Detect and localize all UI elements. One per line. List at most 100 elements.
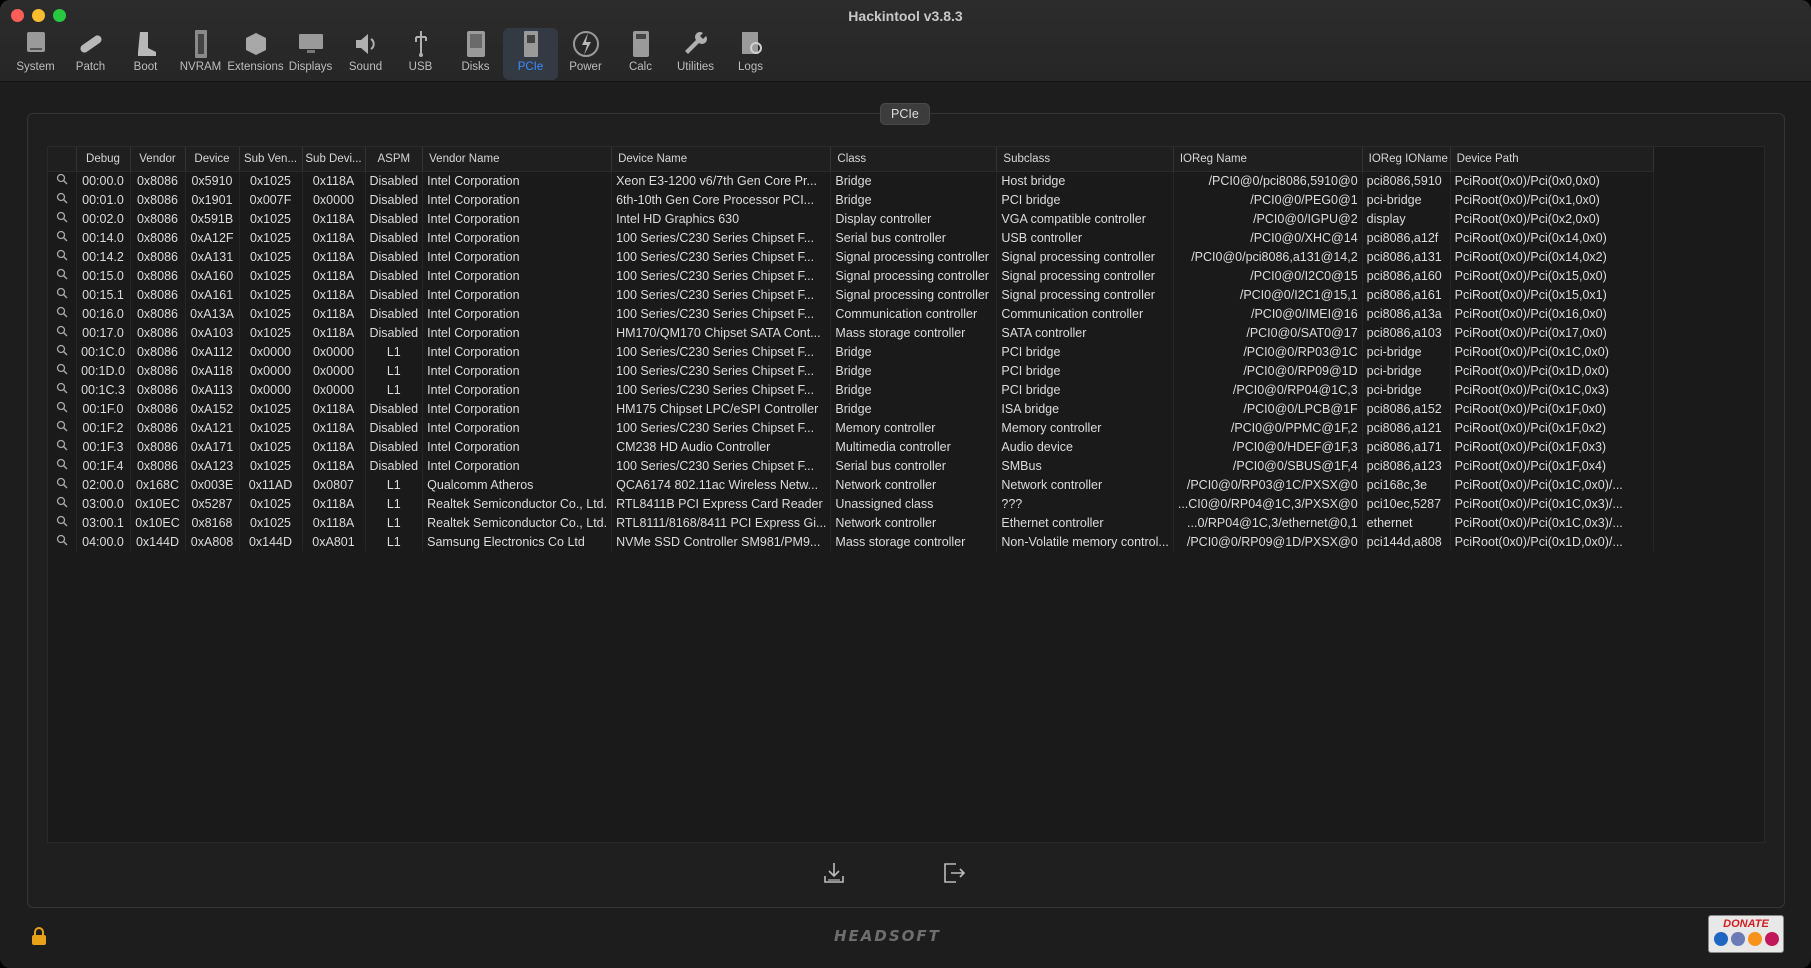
table-cell: /PCI0@0/PEG0@1	[1173, 190, 1363, 209]
tab-displays[interactable]: Displays	[283, 28, 338, 80]
search-icon[interactable]	[48, 190, 77, 209]
table-row[interactable]: 00:15.0 0x8086 0xA160 0x1025 0x118A Disabled I…	[48, 266, 1654, 285]
tab-label: Utilities	[676, 61, 715, 73]
search-icon[interactable]	[48, 209, 77, 228]
table-row[interactable]: 04:00.0 0x144D 0xA808 0x144D 0xA801 L1 Samsung…	[48, 532, 1654, 551]
column-header[interactable]: ASPM	[365, 147, 424, 172]
table-row[interactable]: 00:14.0 0x8086 0xA12F 0x1025 0x118A Disabled I…	[48, 228, 1654, 247]
tab-calc[interactable]: Calc	[613, 28, 668, 80]
table-cell: 100 Series/C230 Series Chipset F...	[611, 361, 832, 380]
table-cell: /PCI0@0/I2C1@15,1	[1173, 285, 1363, 304]
table-row[interactable]: 03:00.1 0x10EC 0x8168 0x1025 0x118A L1 Realtek…	[48, 513, 1654, 532]
search-icon[interactable]	[48, 532, 77, 551]
tab-extensions[interactable]: Extensions	[227, 28, 284, 80]
table-row[interactable]: 00:1F.3 0x8086 0xA171 0x1025 0x118A Disabled I…	[48, 437, 1654, 456]
search-icon[interactable]	[48, 228, 77, 247]
table-row[interactable]: 00:02.0 0x8086 0x591B 0x1025 0x118A Disabled I…	[48, 209, 1654, 228]
table-cell: pci8086,a152	[1362, 399, 1451, 418]
lock-icon[interactable]	[30, 926, 48, 946]
tab-power[interactable]: Power	[558, 28, 613, 80]
column-header[interactable]: Sub Ven...	[239, 147, 303, 172]
table-row[interactable]: 00:16.0 0x8086 0xA13A 0x1025 0x118A Disabled I…	[48, 304, 1654, 323]
tab-nvram[interactable]: NVRAM	[173, 28, 228, 80]
column-header[interactable]: IOReg IOName	[1362, 147, 1451, 172]
exit-button[interactable]	[940, 859, 968, 887]
table-cell: pci8086,a121	[1362, 418, 1451, 437]
table-row[interactable]: 00:1D.0 0x8086 0xA118 0x0000 0x0000 L1 Intel C…	[48, 361, 1654, 380]
table-cell: Bridge	[830, 361, 998, 380]
search-icon[interactable]	[48, 418, 77, 437]
tab-utilities[interactable]: Utilities	[668, 28, 723, 80]
search-icon[interactable]	[48, 266, 77, 285]
column-header[interactable]: Class	[830, 147, 998, 172]
table-cell: 0xA171	[185, 437, 240, 456]
column-header[interactable]: Debug	[76, 147, 131, 172]
search-icon[interactable]	[48, 513, 77, 532]
donate-button[interactable]: DONATE	[1708, 915, 1784, 953]
exit-icon	[944, 863, 966, 883]
column-header[interactable]: IOReg Name	[1173, 147, 1363, 172]
table-row[interactable]: 00:1C.3 0x8086 0xA113 0x0000 0x0000 L1 Intel C…	[48, 380, 1654, 399]
search-icon[interactable]	[48, 323, 77, 342]
table-cell: 100 Series/C230 Series Chipset F...	[611, 304, 832, 323]
table-row[interactable]: 00:1F.4 0x8086 0xA123 0x1025 0x118A Disabled I…	[48, 456, 1654, 475]
search-icon[interactable]	[48, 342, 77, 361]
search-icon[interactable]	[48, 171, 77, 190]
table-cell: /PCI0@0/SAT0@17	[1173, 323, 1363, 342]
table-row[interactable]: 00:14.2 0x8086 0xA131 0x1025 0x118A Disabled I…	[48, 247, 1654, 266]
displays-icon	[295, 28, 327, 60]
column-header[interactable]: Sub Devi...	[302, 147, 366, 172]
table-row[interactable]: 00:15.1 0x8086 0xA161 0x1025 0x118A Disabled I…	[48, 285, 1654, 304]
tab-logs[interactable]: Logs	[723, 28, 778, 80]
search-icon[interactable]	[48, 247, 77, 266]
pcie-table-container[interactable]: Debug Vendor Device Sub Ven... Sub Devi... AS…	[47, 146, 1765, 843]
tab-patch[interactable]: Patch	[63, 28, 118, 80]
column-header[interactable]: Vendor Name	[422, 147, 613, 172]
search-icon[interactable]	[48, 304, 77, 323]
search-icon[interactable]	[48, 437, 77, 456]
donate-label: DONATE	[1723, 918, 1769, 930]
search-icon[interactable]	[48, 361, 77, 380]
table-row[interactable]: 00:01.0 0x8086 0x1901 0x007F 0x0000 Disabled I…	[48, 190, 1654, 209]
column-header[interactable]: Device Path	[1450, 147, 1654, 172]
table-row[interactable]: 00:00.0 0x8086 0x5910 0x1025 0x118A Disabled I…	[48, 171, 1654, 190]
table-cell: 0xA13A	[185, 304, 240, 323]
table-cell: Bridge	[830, 171, 998, 190]
column-header[interactable]	[48, 147, 77, 172]
table-row[interactable]: 00:1F.0 0x8086 0xA152 0x1025 0x118A Disabled I…	[48, 399, 1654, 418]
table-cell: 0x5910	[185, 171, 240, 190]
tab-pcie[interactable]: PCIe	[503, 28, 558, 80]
table-cell: pci8086,a123	[1362, 456, 1451, 475]
search-icon[interactable]	[48, 399, 77, 418]
search-icon[interactable]	[48, 380, 77, 399]
table-cell: 0x118A	[302, 513, 366, 532]
table-row[interactable]: 03:00.0 0x10EC 0x5287 0x1025 0x118A L1 Realtek…	[48, 494, 1654, 513]
tab-system[interactable]: System	[8, 28, 63, 80]
table-cell: 0x0000	[239, 342, 303, 361]
search-icon[interactable]	[48, 494, 77, 513]
table-cell: Intel Corporation	[422, 209, 613, 228]
table-row[interactable]: 00:17.0 0x8086 0xA103 0x1025 0x118A Disabled I…	[48, 323, 1654, 342]
table-row[interactable]: 00:1C.0 0x8086 0xA112 0x0000 0x0000 L1 Intel C…	[48, 342, 1654, 361]
tab-boot[interactable]: Boot	[118, 28, 173, 80]
column-header[interactable]: Vendor	[130, 147, 186, 172]
search-icon[interactable]	[48, 475, 77, 494]
search-icon[interactable]	[48, 285, 77, 304]
tab-sound[interactable]: Sound	[338, 28, 393, 80]
column-header[interactable]: Device Name	[611, 147, 832, 172]
table-cell: Bridge	[830, 190, 998, 209]
tab-label: Boot	[133, 61, 158, 73]
tab-disks[interactable]: Disks	[448, 28, 503, 80]
search-icon[interactable]	[48, 456, 77, 475]
column-header[interactable]: Subclass	[996, 147, 1174, 172]
tab-usb[interactable]: USB	[393, 28, 448, 80]
table-cell: Intel Corporation	[422, 456, 613, 475]
export-button[interactable]	[820, 859, 848, 887]
table-cell: /PCI0@0/SBUS@1F,4	[1173, 456, 1363, 475]
table-row[interactable]: 00:1F.2 0x8086 0xA121 0x1025 0x118A Disabled I…	[48, 418, 1654, 437]
table-cell: Disabled	[365, 247, 424, 266]
table-cell: PciRoot(0x0)/Pci(0x2,0x0)	[1450, 209, 1654, 228]
table-cell: Network controller	[830, 475, 998, 494]
column-header[interactable]: Device	[185, 147, 240, 172]
table-row[interactable]: 02:00.0 0x168C 0x003E 0x11AD 0x0807 L1 Qualcom…	[48, 475, 1654, 494]
